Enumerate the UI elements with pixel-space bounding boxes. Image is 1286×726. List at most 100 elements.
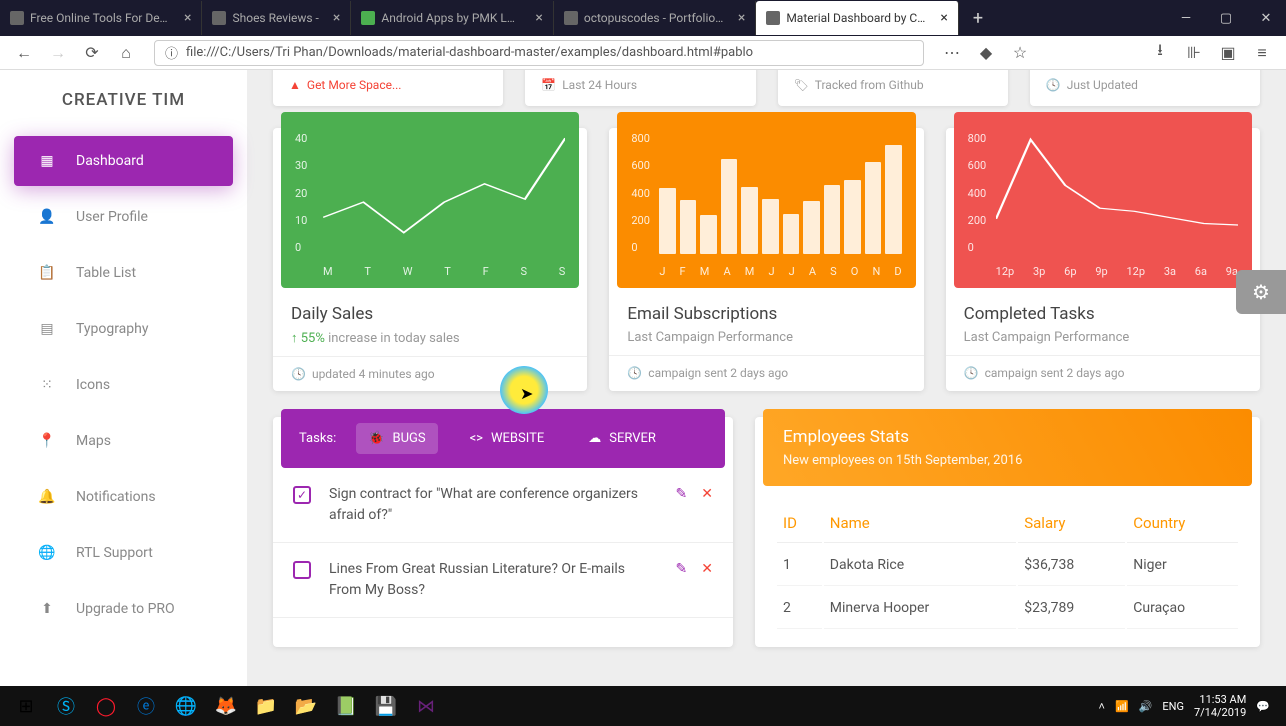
- clock[interactable]: 11:53 AM7/14/2019: [1194, 693, 1246, 719]
- nav-typography[interactable]: ▤Typography: [14, 304, 233, 354]
- nav-profile[interactable]: 👤User Profile: [14, 192, 233, 242]
- chevron-up-icon[interactable]: ˄: [1099, 700, 1105, 713]
- stat-cards-row: ▲Get More Space... 📅Last 24 Hours 🏷Track…: [273, 70, 1260, 106]
- language-icon: 🌐: [36, 542, 58, 564]
- skype-icon[interactable]: Ⓢ: [46, 686, 86, 726]
- settings-button[interactable]: ⚙: [1236, 270, 1286, 314]
- app-icon[interactable]: 💾: [366, 686, 406, 726]
- main-content: ▲Get More Space... 📅Last 24 Hours 🏷Track…: [247, 70, 1286, 726]
- start-button[interactable]: ⊞: [6, 686, 46, 726]
- stat-text: Just Updated: [1067, 78, 1138, 92]
- chrome-icon[interactable]: 🌐: [166, 686, 206, 726]
- task-checkbox[interactable]: [293, 561, 311, 579]
- tab-bugs[interactable]: 🐞BUGS: [356, 423, 437, 454]
- tab-title: Android Apps by PMK Lab on G: [381, 11, 521, 25]
- firefox-icon[interactable]: 🦊: [206, 686, 246, 726]
- nav-label: Maps: [76, 433, 111, 449]
- pin-icon: 📍: [36, 430, 58, 452]
- calendar-icon: 📅: [541, 78, 556, 92]
- maximize-button[interactable]: ▢: [1206, 0, 1246, 36]
- chart-footer: 🕓campaign sent 2 days ago: [946, 355, 1260, 390]
- visual-studio-icon[interactable]: ⋈: [406, 686, 446, 726]
- app-icon[interactable]: 📗: [326, 686, 366, 726]
- folder-icon[interactable]: 📂: [286, 686, 326, 726]
- download-icon[interactable]: ⭳: [1146, 39, 1174, 67]
- browser-tab[interactable]: Shoes Reviews - ×: [202, 1, 351, 35]
- language-indicator[interactable]: ENG: [1162, 700, 1184, 713]
- reload-button[interactable]: ⟳: [78, 39, 106, 67]
- tab-server[interactable]: ☁SERVER: [576, 423, 668, 454]
- library-icon[interactable]: ⊪: [1180, 39, 1208, 67]
- stat-card: 🕓Just Updated: [1030, 70, 1260, 106]
- minimize-button[interactable]: —: [1166, 0, 1206, 36]
- volume-icon[interactable]: 🔊: [1139, 700, 1153, 713]
- edit-icon[interactable]: ✎: [676, 486, 688, 502]
- home-button[interactable]: ⌂: [112, 39, 140, 67]
- sidebar-icon[interactable]: ▣: [1214, 39, 1242, 67]
- chart-subtitle: Last Campaign Performance: [964, 330, 1242, 345]
- close-icon[interactable]: ×: [325, 10, 340, 26]
- y-axis: 8006004002000: [631, 132, 650, 254]
- windows-taskbar: ⊞ Ⓢ ◯ ⓔ 🌐 🦊 📁 📂 📗 💾 ⋈ ˄ 📶 🔊 ENG 11:53 AM…: [0, 686, 1286, 726]
- tasks-header: Tasks: 🐞BUGS <>WEBSITE ☁SERVER: [281, 409, 725, 468]
- employees-table: ID Name Salary Country 1Dakota Rice$36,7…: [755, 486, 1260, 647]
- nav-icons[interactable]: ⁙Icons: [14, 360, 233, 410]
- address-bar[interactable]: ⓘfile:///C:/Users/Tri Phan/Downloads/mat…: [154, 40, 924, 66]
- task-row: Lines From Great Russian Literature? Or …: [273, 543, 733, 618]
- clock-icon: 🕓: [291, 367, 306, 381]
- close-icon[interactable]: ×: [527, 10, 542, 26]
- forward-button[interactable]: →: [44, 39, 72, 67]
- more-icon[interactable]: ⋯: [938, 39, 966, 67]
- browser-tab-active[interactable]: Material Dashboard by Creativ×: [756, 1, 958, 35]
- close-icon[interactable]: ×: [730, 10, 745, 26]
- nav-dashboard[interactable]: ▦Dashboard: [14, 136, 233, 186]
- stat-text[interactable]: Get More Space...: [307, 78, 402, 92]
- table-row: 2Minerva Hooper$23,789Curaçao: [777, 588, 1238, 629]
- browser-tab[interactable]: octopuscodes - Portfolio | Cod×: [554, 1, 756, 35]
- nav-rtl[interactable]: 🌐 RTL Support: [14, 528, 233, 578]
- chart-footer: 🕓campaign sent 2 days ago: [609, 355, 923, 390]
- tag-icon: 🏷: [794, 78, 809, 92]
- edge-icon[interactable]: ⓔ: [126, 686, 166, 726]
- notifications-icon[interactable]: 💬: [1256, 700, 1270, 713]
- nav-maps[interactable]: 📍 Maps: [14, 416, 233, 466]
- cursor-icon: ➤: [520, 384, 533, 403]
- employees-header: Employees Stats New employees on 15th Se…: [763, 409, 1252, 486]
- tab-website[interactable]: <>WEBSITE: [458, 423, 557, 454]
- warning-icon: ▲: [289, 78, 301, 92]
- nav-notifications[interactable]: 🔔Notifications: [14, 472, 233, 522]
- star-icon[interactable]: ☆: [1006, 39, 1034, 67]
- browser-tab[interactable]: Android Apps by PMK Lab on G ×: [351, 1, 553, 35]
- sidebar: CREATIVE TIM ▦Dashboard 👤User Profile 📋T…: [0, 70, 247, 726]
- back-button[interactable]: ←: [10, 39, 38, 67]
- tab-title: Shoes Reviews -: [232, 11, 318, 25]
- chart-footer: 🕓updated 4 minutes ago: [273, 356, 587, 391]
- completed-tasks-chart: 8006004002000 12p3p6p9p12p3a6a9a: [954, 112, 1252, 288]
- th-salary: Salary: [1018, 504, 1125, 543]
- stat-text: Tracked from Github: [815, 78, 924, 92]
- delete-icon[interactable]: ✕: [701, 486, 713, 502]
- menu-icon[interactable]: ≡: [1248, 39, 1276, 67]
- edit-icon[interactable]: ✎: [676, 561, 688, 577]
- browser-tab[interactable]: Free Online Tools For Develope×: [0, 1, 202, 35]
- close-icon[interactable]: ×: [932, 10, 947, 26]
- nav-label: RTL Support: [76, 545, 153, 561]
- close-button[interactable]: ✕: [1246, 0, 1286, 36]
- explorer-icon[interactable]: 📁: [246, 686, 286, 726]
- chart-row: 403020100 MTWTFSS Daily Sales ↑ 55% incr…: [273, 128, 1260, 391]
- daily-sales-chart: 403020100 MTWTFSS: [281, 112, 579, 288]
- task-text: Sign contract for "What are conference o…: [329, 484, 658, 526]
- window-controls: — ▢ ✕: [1166, 0, 1286, 36]
- x-axis: MTWTFSS: [323, 265, 565, 278]
- nav-table[interactable]: 📋Table List: [14, 248, 233, 298]
- new-tab-button[interactable]: +: [959, 8, 997, 29]
- delete-icon[interactable]: ✕: [701, 561, 713, 577]
- nav-upgrade[interactable]: ⬆Upgrade to PRO: [14, 584, 233, 634]
- nav-label: Typography: [76, 321, 148, 337]
- task-checkbox[interactable]: ✓: [293, 486, 311, 504]
- opera-icon[interactable]: ◯: [86, 686, 126, 726]
- pocket-icon[interactable]: ◆: [972, 39, 1000, 67]
- tasks-card: Tasks: 🐞BUGS <>WEBSITE ☁SERVER ✓Sign con…: [273, 417, 733, 647]
- wifi-icon[interactable]: 📶: [1115, 700, 1129, 713]
- close-icon[interactable]: ×: [176, 10, 191, 26]
